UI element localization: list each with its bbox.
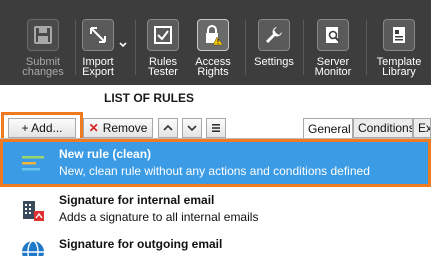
library-icon — [383, 19, 415, 51]
access-rights-button[interactable]: Access Rights — [190, 0, 236, 85]
server-monitor-label: Server Monitor — [314, 56, 352, 78]
save-icon — [27, 19, 59, 51]
menu-icon — [212, 124, 220, 132]
wrench-icon — [258, 19, 290, 51]
submit-changes-label: Submit changes — [22, 56, 64, 78]
tab-general[interactable]: General — [303, 118, 353, 139]
rules-tester-label: Rules Tester — [148, 56, 178, 78]
ribbon-separator — [135, 20, 136, 75]
chevron-down-icon — [187, 125, 197, 132]
remove-button[interactable]: ✕ Remove — [83, 118, 153, 138]
rule-title: Signature for outgoing email — [59, 237, 223, 251]
list-menu-button[interactable] — [206, 118, 226, 138]
checkbox-icon — [147, 19, 179, 51]
ribbon-separator — [303, 20, 304, 75]
rule-row-internal-signature[interactable]: Signature for internal email Adds a sign… — [0, 189, 431, 229]
ribbon-separator — [245, 20, 246, 75]
rule-description: Adds a signature to all internal emails — [59, 210, 259, 224]
ribbon-separator — [75, 20, 76, 75]
remove-x-icon: ✕ — [88, 121, 99, 135]
ribbon-toolbar: Submit changes Import Export Rules Teste… — [0, 0, 431, 85]
submit-changes-button[interactable]: Submit changes — [18, 0, 68, 85]
access-rights-label: Access Rights — [195, 56, 231, 78]
tab-conditions[interactable]: Conditions — [353, 118, 413, 138]
settings-label: Settings — [254, 56, 294, 68]
template-library-label: Template Library — [376, 56, 422, 78]
move-down-button[interactable] — [182, 118, 202, 138]
server-monitor-button[interactable]: Server Monitor — [309, 0, 357, 85]
rule-row-outgoing-signature[interactable]: Signature for outgoing email — [0, 233, 431, 256]
selection-highlight — [0, 139, 431, 187]
rule-title: Signature for internal email — [59, 193, 215, 207]
ribbon-separator — [366, 20, 367, 75]
import-export-button[interactable]: Import Export — [78, 0, 118, 85]
building-signature-icon — [20, 197, 46, 223]
import-export-label: Import Export — [82, 56, 114, 78]
chevron-up-icon — [163, 124, 173, 131]
import-export-icon — [82, 19, 114, 51]
tab-exceptions[interactable]: Ex — [413, 118, 431, 138]
monitor-search-icon — [317, 19, 349, 51]
chevron-down-icon[interactable] — [118, 40, 128, 50]
list-title: LIST OF RULES — [104, 91, 194, 105]
settings-button[interactable]: Settings — [252, 0, 296, 85]
lock-warning-icon — [197, 19, 229, 51]
remove-label: Remove — [102, 121, 148, 135]
globe-icon — [20, 239, 46, 256]
rules-tester-button[interactable]: Rules Tester — [140, 0, 186, 85]
move-up-button[interactable] — [158, 118, 178, 138]
template-library-button[interactable]: Template Library — [374, 0, 424, 85]
